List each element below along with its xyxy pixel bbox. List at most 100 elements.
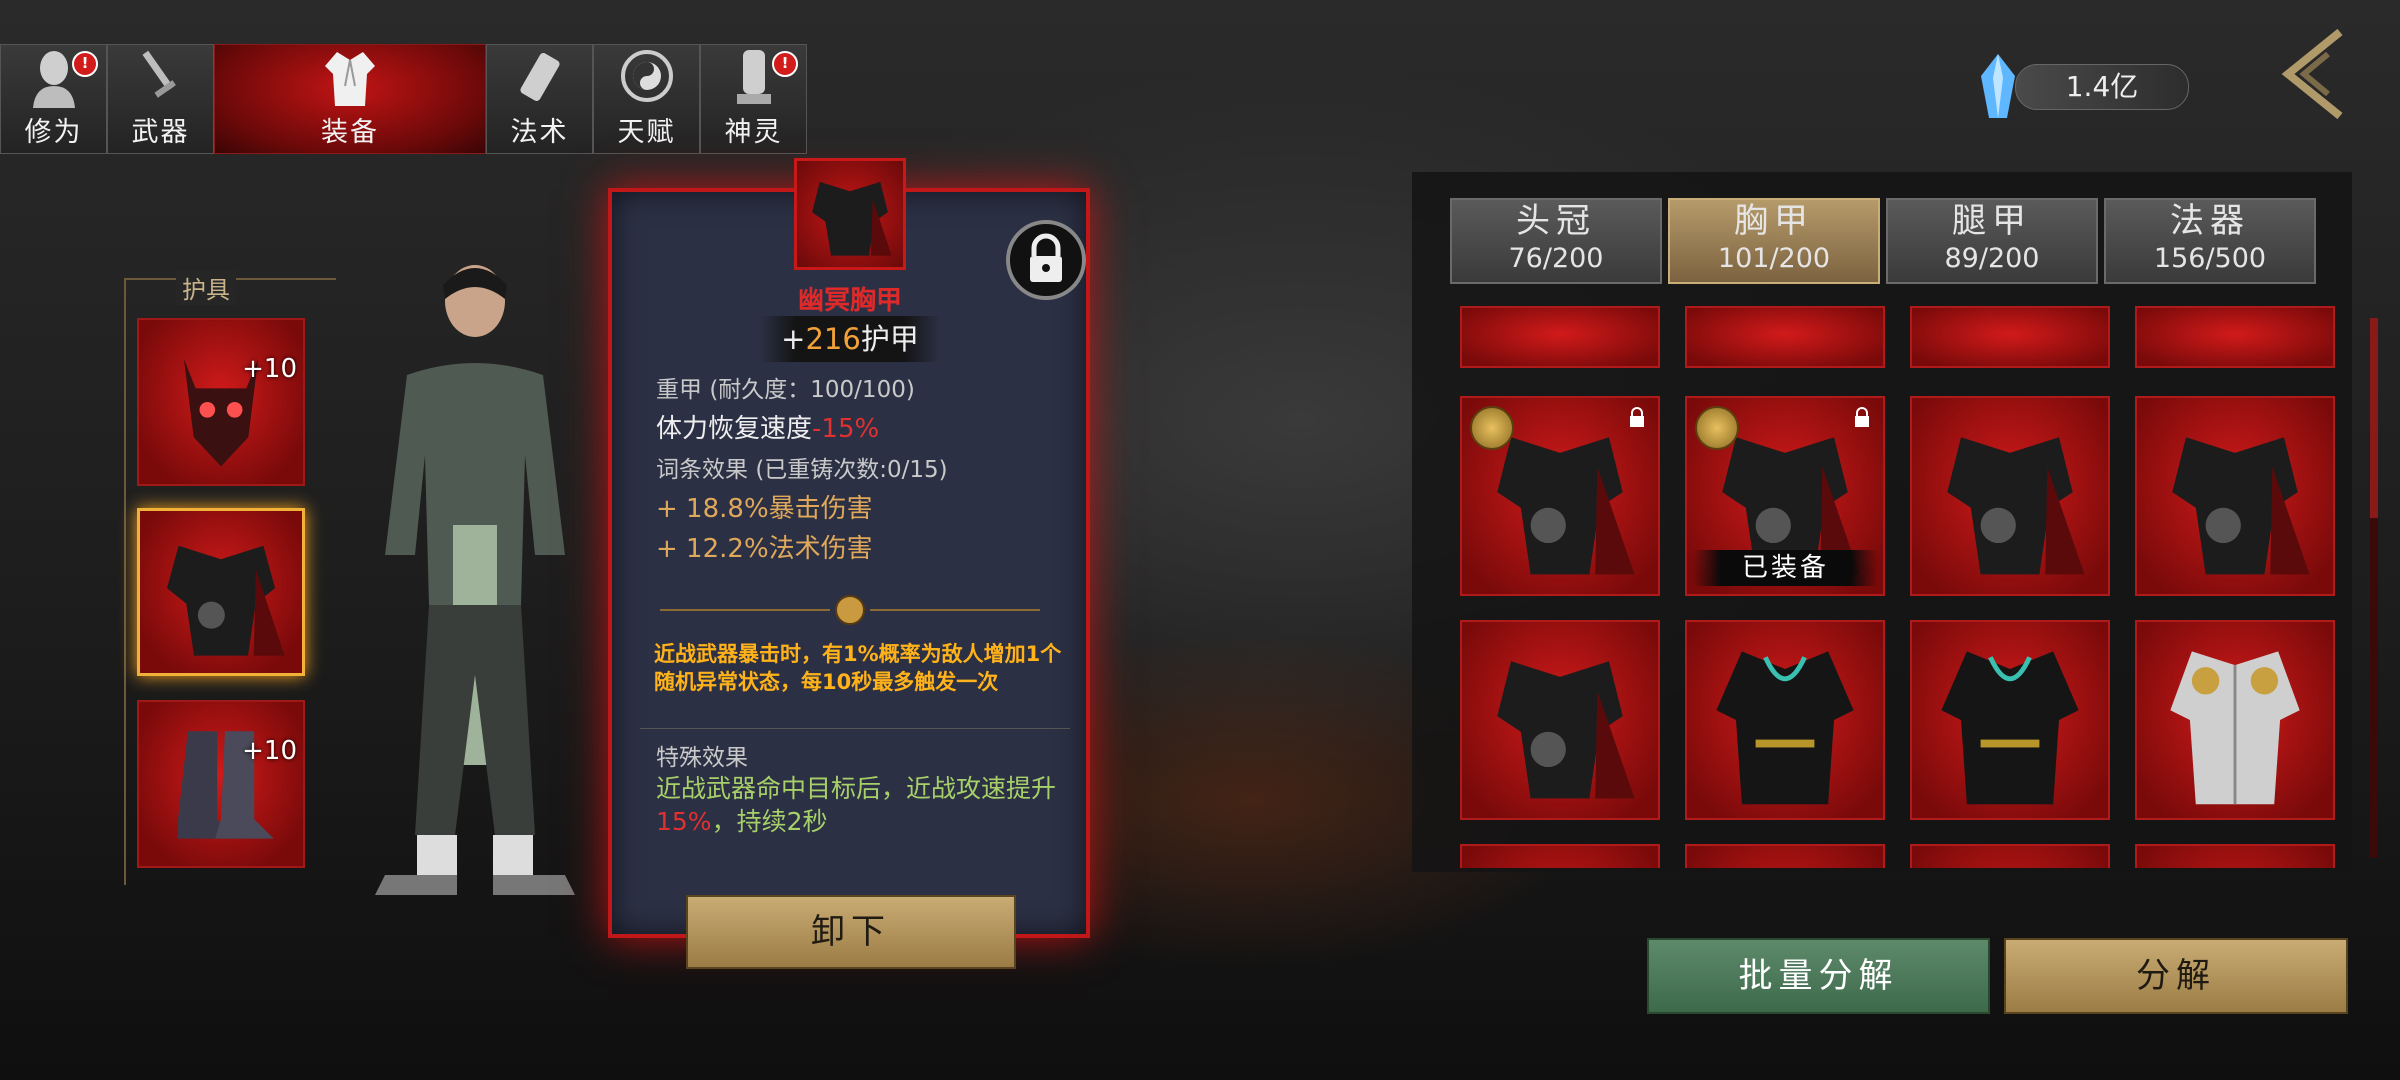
armor-suffix: 护甲	[860, 322, 919, 356]
tab-chest[interactable]: 胸甲 101/200	[1668, 198, 1880, 284]
affix-2: + 12.2%法术伤害	[656, 534, 873, 564]
armor-panel-label: 护具	[176, 270, 236, 305]
lock-icon	[1630, 407, 1644, 427]
helmet-slot[interactable]: +10	[137, 318, 305, 486]
grid-item[interactable]	[1910, 620, 2110, 820]
affix-header: 词条效果 (已重铸次数:0/15)	[656, 450, 948, 484]
special-pct: 15%	[656, 807, 712, 836]
slot-level: +10	[242, 354, 297, 384]
currency-amount: 1.4亿	[2015, 64, 2189, 110]
dark-chestplate-icon	[1947, 437, 2085, 575]
armor-type: 重甲	[656, 377, 702, 403]
tab-weapon[interactable]: 武器	[107, 44, 214, 154]
lock-icon	[1855, 407, 1869, 427]
back-button[interactable]	[2278, 26, 2348, 122]
grid-item[interactable]	[1910, 844, 2110, 868]
grid-item[interactable]	[1460, 844, 1660, 868]
tab-cultivation[interactable]: ! 修为	[0, 44, 107, 154]
currency-display: 1.4亿	[1975, 54, 2195, 118]
coin-icon	[1695, 406, 1739, 450]
special-title: 特殊效果	[656, 745, 748, 771]
boots-slot[interactable]: +10	[137, 700, 305, 868]
tab-label: 装备	[321, 117, 379, 148]
affix-reforge: (已重铸次数:0/15)	[755, 457, 948, 483]
category-count: 101/200	[1717, 243, 1831, 274]
tab-spell[interactable]: 法术	[486, 44, 593, 154]
durability: (耐久度：100/100)	[709, 377, 915, 403]
grid-item[interactable]	[2135, 306, 2335, 368]
stamina-line: 体力恢复速度-15%	[656, 408, 879, 445]
grid-item[interactable]	[1910, 396, 2110, 596]
tab-equipment[interactable]: 装备	[214, 44, 486, 154]
robe-icon	[325, 52, 375, 106]
tab-artifact[interactable]: 法器 156/500	[2104, 198, 2316, 284]
item-preview	[794, 158, 906, 270]
affix-title: 词条效果	[656, 457, 748, 483]
black-robe-icon	[1716, 651, 1854, 805]
tab-talent[interactable]: 天赋	[593, 44, 700, 154]
weapon-icon	[141, 50, 176, 98]
special-effect-desc: 近战武器命中目标后，近战攻速提升 15%，持续2秒	[656, 772, 1076, 838]
armor-type-line: 重甲 (耐久度：100/100)	[656, 370, 915, 404]
tab-helmet[interactable]: 头冠 76/200	[1450, 198, 1662, 284]
category-name: 腿甲	[1952, 201, 2032, 241]
taiji-icon	[620, 50, 673, 102]
equipment-grid: 已装备	[1458, 306, 2338, 868]
grid-item[interactable]	[1685, 306, 1885, 368]
tab-label: 天赋	[617, 117, 676, 148]
grid-item[interactable]	[1910, 306, 2110, 368]
passive-effect: 近战武器暴击时，有1%概率为敌人增加1个随机异常状态，每10秒最多触发一次	[654, 642, 1062, 694]
tab-label: 法术	[510, 117, 569, 148]
grid-item[interactable]	[1460, 396, 1660, 596]
unequip-button[interactable]: 卸下	[686, 895, 1016, 969]
batch-decompose-button[interactable]: 批量分解	[1647, 938, 1990, 1014]
category-count: 76/200	[1508, 243, 1604, 274]
grid-item[interactable]	[1685, 844, 1885, 868]
cultivator-head-icon	[32, 51, 75, 108]
grid-item[interactable]	[1685, 620, 1885, 820]
silver-armor-icon	[2170, 651, 2300, 805]
tab-label: 武器	[131, 117, 190, 148]
black-robe-icon	[1941, 651, 2079, 805]
boots-icon	[178, 731, 274, 839]
ornament-divider	[660, 595, 1040, 625]
stamina-label: 体力恢复速度	[656, 414, 813, 444]
grid-item[interactable]: 已装备	[1685, 396, 1885, 596]
tab-label: 神灵	[724, 117, 783, 148]
armor-value: 216	[805, 322, 861, 356]
grid-item[interactable]	[1460, 620, 1660, 820]
armor-stat: +216护甲	[760, 316, 940, 362]
category-count: 89/200	[1944, 243, 2040, 274]
alert-badge: !	[772, 51, 798, 77]
category-count: 156/500	[2153, 243, 2267, 274]
chest-slot[interactable]	[137, 508, 305, 676]
stamina-value: -15%	[812, 414, 880, 444]
coin-icon	[1470, 406, 1514, 450]
special-text-b: ，持续2秒	[711, 807, 828, 836]
tab-spirit[interactable]: ! 神灵	[700, 44, 807, 154]
grid-item[interactable]	[2135, 620, 2335, 820]
grid-item[interactable]	[2135, 844, 2335, 868]
armor-prefix: +	[781, 322, 806, 356]
dark-chestplate-icon	[1497, 661, 1635, 799]
grid-scroll-thumb[interactable]	[2370, 318, 2378, 518]
equipped-tag: 已装备	[1693, 550, 1878, 586]
dark-chestplate-icon	[2172, 437, 2310, 575]
slot-level: +10	[242, 736, 297, 766]
scroll-icon	[519, 53, 560, 101]
category-name: 胸甲	[1734, 201, 1814, 241]
dark-chestplate-icon	[812, 181, 892, 256]
category-name: 头冠	[1516, 201, 1596, 241]
dark-chestplate-icon	[167, 545, 285, 656]
item-name: 幽冥胸甲	[797, 286, 902, 316]
tab-legs[interactable]: 腿甲 89/200	[1886, 198, 2098, 284]
crystal-icon	[1981, 54, 2015, 118]
character-model	[375, 265, 575, 895]
alert-badge: !	[72, 51, 98, 77]
category-name: 法器	[2170, 201, 2250, 241]
grid-item[interactable]	[2135, 396, 2335, 596]
spirit-tablet-icon	[736, 50, 771, 104]
affix-1: + 18.8%暴击伤害	[656, 494, 873, 524]
grid-item[interactable]	[1460, 306, 1660, 368]
decompose-button[interactable]: 分解	[2004, 938, 2348, 1014]
